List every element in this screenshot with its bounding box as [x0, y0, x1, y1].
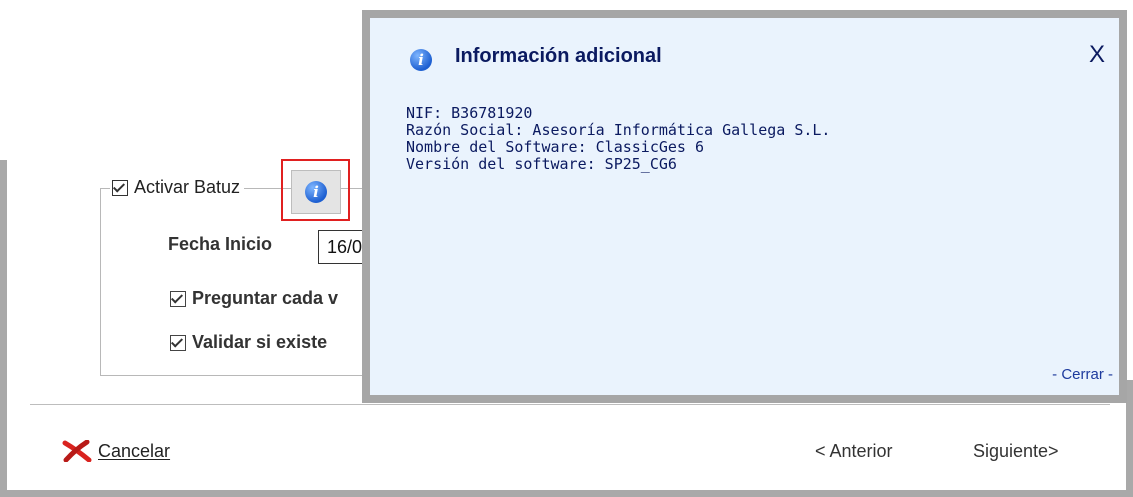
window-frame-bottom	[0, 490, 1133, 497]
nif-line: NIF: B36781920	[406, 104, 533, 122]
anterior-button[interactable]: < Anterior	[815, 441, 893, 462]
preguntar-checkbox[interactable]: Preguntar cada v	[170, 288, 365, 309]
validar-checkbox[interactable]: Validar si existe	[170, 332, 365, 353]
info-popup: i Información adicional X NIF: B36781920…	[362, 10, 1127, 403]
red-x-icon	[62, 440, 92, 462]
razon-social-line: Razón Social: Asesoría Informática Galle…	[406, 121, 831, 139]
fecha-inicio-label: Fecha Inicio	[168, 234, 273, 254]
activar-batuz-checkbox[interactable]: Activar Batuz	[110, 177, 245, 198]
software-version-line: Versión del software: SP25_CG6	[406, 155, 677, 173]
siguiente-button[interactable]: Siguiente>	[973, 441, 1059, 462]
checkbox-checked-icon[interactable]	[112, 179, 128, 196]
checkbox-checked-icon[interactable]	[170, 334, 186, 351]
cancel-label: Cancelar	[98, 440, 171, 461]
cerrar-link[interactable]: - Cerrar -	[1052, 366, 1113, 383]
popup-title: Información adicional	[455, 45, 662, 67]
info-popup-body: i Información adicional X NIF: B36781920…	[370, 18, 1119, 395]
popup-close-button[interactable]: X	[1089, 41, 1105, 69]
window-frame-left	[0, 160, 7, 497]
footer-divider	[30, 404, 1110, 405]
popup-info-text: NIF: B36781920 Razón Social: Asesoría In…	[406, 105, 830, 173]
software-name-line: Nombre del Software: ClassicGes 6	[406, 138, 705, 156]
checkbox-checked-icon[interactable]	[170, 290, 186, 307]
preguntar-label: Preguntar cada v	[192, 288, 339, 308]
highlight-annotation	[281, 159, 350, 221]
activar-batuz-label: Activar Batuz	[134, 177, 241, 197]
cancel-button[interactable]: Cancelar	[62, 440, 170, 462]
validar-label: Validar si existe	[192, 332, 328, 352]
info-icon: i	[410, 49, 432, 71]
window-frame-right	[1126, 380, 1133, 497]
